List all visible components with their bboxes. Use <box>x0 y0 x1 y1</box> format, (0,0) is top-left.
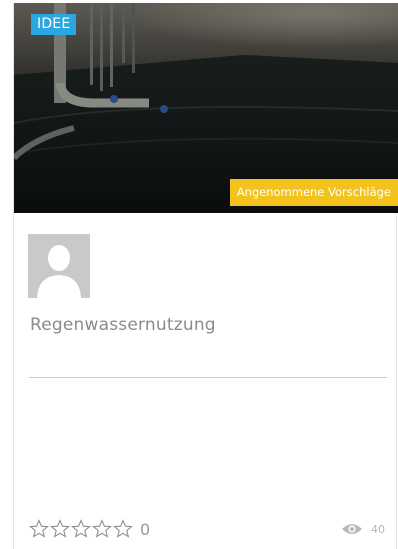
status-badge: Angenommene Vorschläge <box>229 179 398 206</box>
star-icon[interactable] <box>50 519 70 539</box>
idea-title[interactable]: Regenwassernutzung <box>30 315 216 335</box>
rating-count: 0 <box>140 519 151 539</box>
divider <box>29 377 387 378</box>
star-icon[interactable] <box>29 519 49 539</box>
category-badge: IDEE <box>31 14 77 35</box>
star-icon[interactable] <box>71 519 91 539</box>
user-silhouette-icon <box>28 234 90 298</box>
view-counter: 40 <box>341 522 385 536</box>
view-count: 40 <box>371 522 385 536</box>
eye-icon <box>342 524 362 534</box>
idea-card[interactable]: IDEE Angenommene Vorschläge Regenwassern… <box>13 3 398 549</box>
author-avatar[interactable] <box>28 234 90 298</box>
star-rating[interactable]: 0 <box>29 519 150 539</box>
idea-image[interactable]: IDEE Angenommene Vorschläge <box>14 3 398 213</box>
star-icon[interactable] <box>92 519 112 539</box>
star-icon[interactable] <box>113 519 133 539</box>
